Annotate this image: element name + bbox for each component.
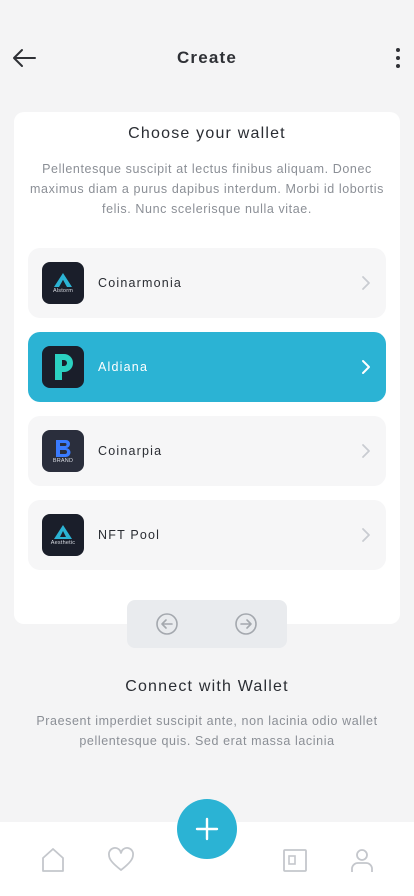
add-button[interactable] [177, 799, 237, 859]
wallet-logo: BRAND [42, 430, 84, 472]
page-title: Create [176, 48, 238, 67]
wallet-name: NFT Pool [98, 528, 161, 542]
home-icon[interactable] [39, 846, 67, 874]
heart-icon[interactable] [107, 846, 135, 874]
connect-title: Connect with Wallet [125, 678, 289, 695]
wallet-logo: Alstorm [42, 262, 84, 304]
wallet-logo: Aesthetic [42, 514, 84, 556]
card-title: Choose your wallet [128, 125, 286, 142]
choose-wallet-card: Choose your wallet Pellentesque suscipit… [14, 112, 400, 624]
more-options-button[interactable] [390, 44, 406, 72]
kebab-menu-icon [396, 48, 400, 52]
p-logo-icon [55, 354, 73, 380]
wallet-item-nft-pool[interactable]: Aesthetic NFT Pool [28, 500, 386, 570]
connect-description: Praesent imperdiet suscipit ante, non la… [36, 714, 378, 748]
card-description: Pellentesque suscipit at lectus finibus … [30, 162, 384, 216]
chevron-right-icon [362, 360, 370, 374]
kebab-dot [396, 56, 400, 60]
circle-arrow-left-icon[interactable] [155, 612, 179, 636]
alstorm-logo-icon [54, 272, 72, 287]
circle-arrow-right-icon[interactable] [234, 612, 258, 636]
wallet-list: Alstorm Coinarmonia Aldiana BRAND Coinar… [28, 248, 386, 584]
wallet-logo-text: Alstorm [52, 287, 74, 294]
chevron-right-icon [362, 528, 370, 542]
wallet-name: Coinarpia [98, 444, 163, 458]
kebab-dot [396, 64, 400, 68]
wallet-name: Coinarmonia [98, 276, 183, 290]
wallet-icon[interactable] [281, 846, 309, 874]
chevron-right-icon [362, 276, 370, 290]
wallet-name: Aldiana [98, 360, 149, 374]
wallet-logo-text: Aesthetic [50, 539, 76, 546]
brand-b-logo-icon [56, 439, 71, 457]
wallet-pager [127, 600, 287, 648]
chevron-right-icon [362, 444, 370, 458]
wallet-item-aldiana[interactable]: Aldiana [28, 332, 386, 402]
wallet-item-coinarmonia[interactable]: Alstorm Coinarmonia [28, 248, 386, 318]
wallet-logo-text: BRAND [52, 457, 74, 464]
app-header: Create [0, 0, 414, 112]
plus-icon [195, 817, 219, 841]
wallet-item-coinarpia[interactable]: BRAND Coinarpia [28, 416, 386, 486]
aesthetic-logo-icon [54, 524, 72, 539]
user-icon[interactable] [348, 846, 376, 874]
wallet-logo [42, 346, 84, 388]
